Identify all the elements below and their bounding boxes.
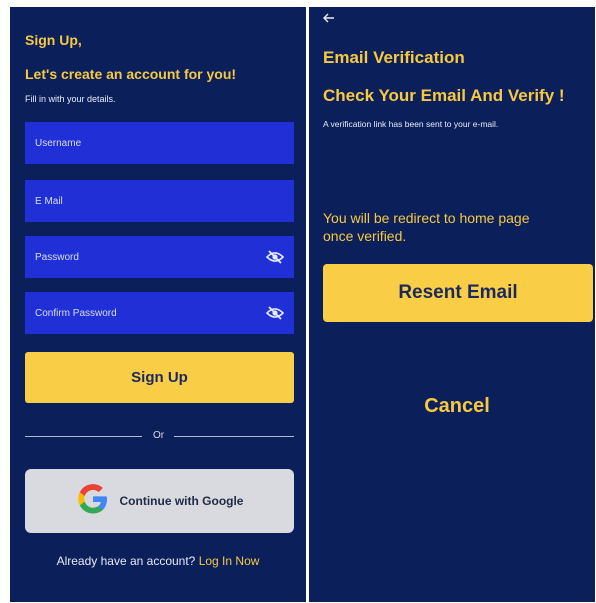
eye-off-icon[interactable]: [256, 236, 294, 278]
redirect-line-1: You will be redirect to home page: [323, 210, 530, 226]
signup-heading: Sign Up,: [25, 32, 82, 48]
divider-line-right: [174, 436, 294, 437]
google-logo-icon: [76, 482, 110, 521]
redirect-note: You will be redirect to home page once v…: [323, 209, 530, 245]
confirm-password-placeholder: Confirm Password: [35, 307, 117, 319]
verification-screen: Email Verification Check Your Email And …: [309, 7, 595, 602]
email-placeholder: E Mail: [35, 195, 63, 207]
verification-title: Email Verification: [323, 48, 465, 67]
signup-screen: Sign Up, Let's create an account for you…: [10, 7, 306, 602]
confirm-password-field[interactable]: Confirm Password: [25, 292, 294, 334]
username-placeholder: Username: [35, 137, 82, 149]
google-button-label: Continue with Google: [119, 494, 244, 508]
verification-message: A verification link has been sent to you…: [323, 119, 499, 129]
login-prompt: Already have an account?: [56, 554, 196, 568]
login-prompt-row: Already have an account? Log In Now: [10, 554, 306, 568]
google-signin-button[interactable]: Continue with Google: [25, 469, 294, 533]
username-field[interactable]: Username: [25, 122, 294, 164]
signup-instruction: Fill in with your details.: [25, 94, 116, 104]
divider-text: Or: [153, 430, 165, 441]
eye-off-icon[interactable]: [256, 292, 294, 334]
verification-subtitle: Check Your Email And Verify !: [323, 86, 565, 105]
divider-line-left: [25, 436, 142, 437]
signup-button[interactable]: Sign Up: [25, 352, 294, 403]
email-field[interactable]: E Mail: [25, 180, 294, 222]
cancel-button[interactable]: Cancel: [309, 395, 596, 418]
redirect-line-2: once verified.: [323, 228, 407, 244]
password-field[interactable]: Password: [25, 236, 294, 278]
resend-email-button[interactable]: Resent Email: [323, 264, 593, 322]
login-link[interactable]: Log In Now: [199, 554, 260, 568]
password-placeholder: Password: [35, 251, 79, 263]
arrow-left-icon[interactable]: [323, 10, 335, 28]
signup-subheading: Let's create an account for you!: [25, 66, 237, 82]
